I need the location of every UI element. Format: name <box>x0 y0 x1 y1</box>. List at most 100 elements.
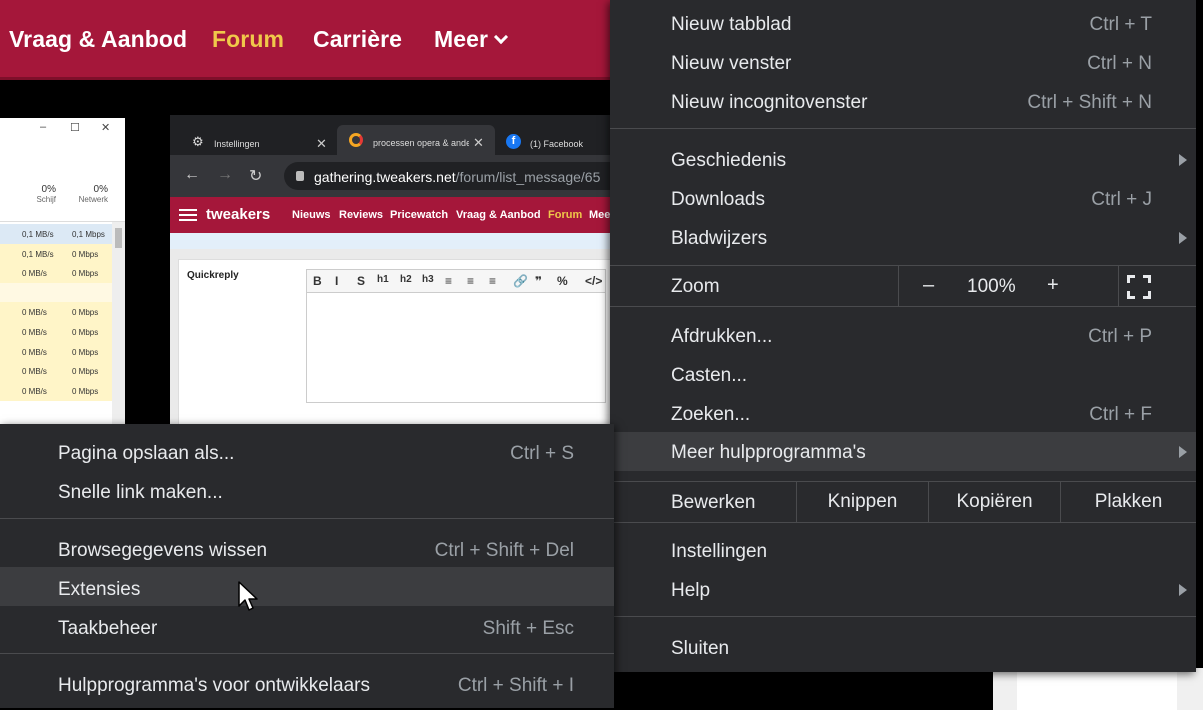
paste-button[interactable]: Plakken <box>1060 482 1196 522</box>
quickreply-textarea[interactable] <box>306 293 606 403</box>
editor-button[interactable]: % <box>557 274 568 288</box>
nav-vraag-aanbod[interactable]: Vraag & Aanbod <box>9 26 187 53</box>
table-row[interactable]: 0,1 MB/s 0,1 Mbps <box>0 224 112 244</box>
address-bar[interactable]: gathering.tweakers.net/forum/list_messag… <box>284 162 610 190</box>
table-row[interactable] <box>0 282 112 303</box>
tweakers-content: Quickreply B I Sh1 h2 h3 ≡ ≡ ≡ 🔗 ❞% </> <box>170 233 610 425</box>
scrollbar-thumb[interactable] <box>115 228 122 248</box>
editor-button[interactable]: ❞ <box>535 274 542 288</box>
submenu-item-save-page[interactable]: Pagina opslaan als... Ctrl + S <box>0 433 614 472</box>
table-row[interactable]: 0 MB/s 0 Mbps <box>0 361 112 382</box>
menu-item-downloads[interactable]: Downloads Ctrl + J <box>610 179 1196 218</box>
url-path: /forum/list_message/65 <box>455 169 601 185</box>
fullscreen-corner <box>1143 275 1151 283</box>
tab-processen[interactable]: processen opera & ander ✕ <box>337 125 495 155</box>
task-manager-scrollbar[interactable] <box>112 222 125 425</box>
table-row[interactable]: 0 MB/s 0 Mbps <box>0 380 112 401</box>
menu-item-exit[interactable]: Sluiten <box>610 628 1196 667</box>
cell-network: 0 Mbps <box>72 386 99 396</box>
tw-nav-nieuws[interactable]: Nieuws <box>292 209 331 221</box>
nav-forum[interactable]: Forum <box>212 26 284 53</box>
editor-button[interactable]: ≡ <box>467 274 474 288</box>
menu-item-cast[interactable]: Casten... <box>610 355 1196 394</box>
nav-carriere[interactable]: Carrière <box>313 26 402 53</box>
fullscreen-icon[interactable] <box>1127 275 1151 299</box>
minimize-icon[interactable]: – <box>40 121 46 133</box>
menu-item-find[interactable]: Zoeken... Ctrl + F <box>610 394 1196 433</box>
cut-button[interactable]: Knippen <box>796 482 928 522</box>
reload-icon[interactable]: ↻ <box>249 166 262 186</box>
menu-item-settings[interactable]: Instellingen <box>610 531 1196 570</box>
table-row[interactable]: 0 MB/s 0 Mbps <box>0 302 112 323</box>
table-row[interactable]: 0 MB/s 0 Mbps <box>0 341 112 362</box>
menu-item-label: Pagina opslaan als... <box>58 443 235 464</box>
lock-icon <box>296 171 304 181</box>
zoom-in-button[interactable]: + <box>1047 274 1059 297</box>
hamburger-menu-icon[interactable] <box>179 209 197 221</box>
editor-button[interactable]: h3 <box>422 274 434 285</box>
submenu-item-clear-browsing-data[interactable]: Browsegegevens wissen Ctrl + Shift + Del <box>0 530 614 569</box>
zoom-out-button[interactable]: – <box>923 274 934 297</box>
more-tools-submenu: Pagina opslaan als... Ctrl + S Snelle li… <box>0 424 614 708</box>
close-icon[interactable]: ✕ <box>473 135 484 151</box>
tweakers-logo[interactable]: tweakers <box>206 206 270 223</box>
menu-item-new-tab[interactable]: Nieuw tabblad Ctrl + T <box>610 4 1196 43</box>
tab-instellingen[interactable]: ⚙ Instellingen ✕ <box>170 129 335 153</box>
editor-toolbar: B I Sh1 h2 h3 ≡ ≡ ≡ 🔗 ❞% </> <box>306 269 606 293</box>
facebook-icon: f <box>506 134 521 149</box>
menu-item-print[interactable]: Afdrukken... Ctrl + P <box>610 316 1196 355</box>
cut-label: Knippen <box>827 491 898 512</box>
editor-button[interactable]: h2 <box>400 274 412 285</box>
tab-facebook[interactable]: f (1) Facebook <box>500 129 610 153</box>
browser-main-menu: Nieuw tabblad Ctrl + T Nieuw venster Ctr… <box>610 0 1196 672</box>
submenu-item-create-shortcut[interactable]: Snelle link maken... <box>0 472 614 511</box>
table-row[interactable]: 0 MB/s 0 Mbps <box>0 322 112 342</box>
maximize-icon[interactable]: ☐ <box>70 121 80 134</box>
submenu-item-task-manager[interactable]: Taakbeheer Shift + Esc <box>0 608 614 647</box>
copy-button[interactable]: Kopiëren <box>928 482 1060 522</box>
cell-network: 0 Mbps <box>72 269 99 279</box>
zoom-row: Zoom – + 100% <box>610 266 1196 306</box>
editor-button[interactable]: </> <box>585 274 602 288</box>
editor-button[interactable]: ≡ <box>489 274 496 288</box>
nav-meer[interactable]: Meer <box>434 26 509 53</box>
menu-item-history[interactable]: Geschiedenis <box>610 140 1196 179</box>
editor-button[interactable]: S <box>357 274 365 288</box>
tw-nav-pricewatch[interactable]: Pricewatch <box>390 209 448 221</box>
editor-button[interactable]: B <box>313 274 322 288</box>
fullscreen-corner <box>1143 291 1151 299</box>
menu-item-label: Nieuw tabblad <box>671 14 792 35</box>
submenu-item-extensions[interactable]: Extensies <box>0 567 614 606</box>
editor-button[interactable]: 🔗 <box>513 274 528 288</box>
close-icon[interactable]: ✕ <box>101 121 110 134</box>
menu-item-new-window[interactable]: Nieuw venster Ctrl + N <box>610 43 1196 82</box>
tw-nav-vraag-aanbod[interactable]: Vraag & Aanbod <box>456 209 541 221</box>
zoom-label: Zoom <box>671 276 720 297</box>
table-row[interactable]: 0 MB/s 0 Mbps <box>0 263 112 284</box>
tweakers-navbar: tweakers Nieuws Reviews Pricewatch Vraag… <box>170 197 610 233</box>
menu-item-new-incognito[interactable]: Nieuw incognitovenster Ctrl + Shift + N <box>610 82 1196 121</box>
nav-meer-label: Meer <box>434 26 489 52</box>
tw-nav-meer[interactable]: Mee <box>589 209 610 221</box>
editor-button[interactable]: h1 <box>377 274 389 285</box>
tab-title: processen opera & ander <box>373 138 469 148</box>
tab-title: Instellingen <box>214 139 260 149</box>
tw-nav-reviews[interactable]: Reviews <box>339 209 383 221</box>
menu-item-more-tools[interactable]: Meer hulpprogramma's <box>610 432 1196 471</box>
submenu-arrow-icon <box>1179 232 1187 244</box>
forward-arrow-icon[interactable]: → <box>217 166 233 184</box>
back-arrow-icon[interactable]: ← <box>184 166 200 184</box>
column-disk[interactable]: 0% Schijf <box>30 184 56 204</box>
editor-button[interactable]: I <box>335 274 338 288</box>
tw-nav-forum[interactable]: Forum <box>548 209 582 221</box>
table-row[interactable]: 0,1 MB/s 0 Mbps <box>0 243 112 264</box>
submenu-item-developer-tools[interactable]: Hulpprogramma's voor ontwikkelaars Ctrl … <box>0 665 614 704</box>
menu-item-help[interactable]: Help <box>610 570 1196 609</box>
cell-disk: 0 MB/s <box>22 367 47 377</box>
close-icon[interactable]: ✕ <box>316 136 327 152</box>
browser-toolbar: ← → ↻ gathering.tweakers.net/forum/list_… <box>170 155 610 197</box>
column-network[interactable]: 0% Netwerk <box>68 184 108 204</box>
edit-row: Bewerken Knippen Kopiëren Plakken <box>610 482 1196 522</box>
editor-button[interactable]: ≡ <box>445 274 452 288</box>
menu-item-bookmarks[interactable]: Bladwijzers <box>610 218 1196 257</box>
